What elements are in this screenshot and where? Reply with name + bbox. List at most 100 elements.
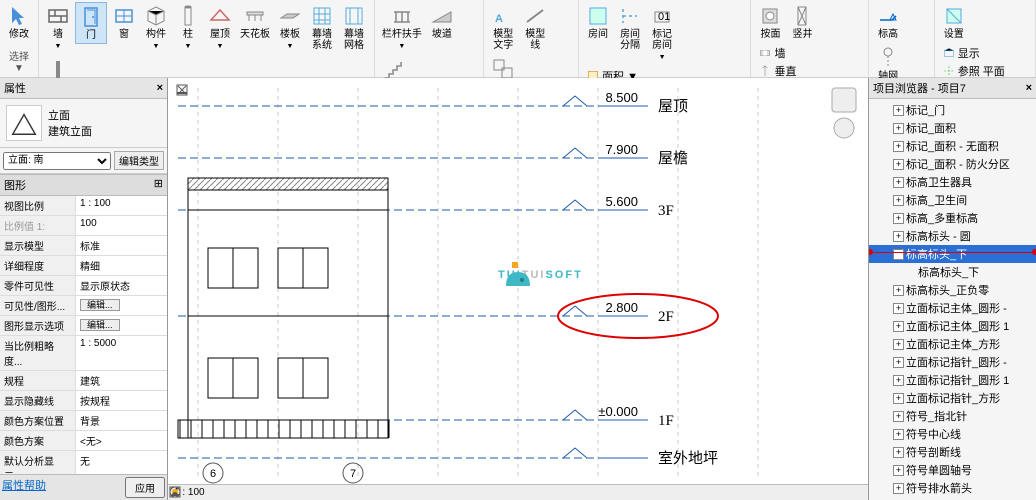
tree-toggle-icon[interactable]: - <box>893 249 904 260</box>
tree-item[interactable]: +标记_面积 <box>869 119 1036 137</box>
drawing-canvas[interactable]: 8.500屋顶7.900屋檐5.6003F2.8002F±0.0001F室外地坪… <box>168 78 868 500</box>
close-icon[interactable]: × <box>1026 82 1032 94</box>
tree-label: 标高_卫生间 <box>906 192 967 208</box>
ribbon-column[interactable]: 柱▼ <box>173 2 203 54</box>
tree-item[interactable]: +标记_门 <box>869 101 1036 119</box>
instance-selector[interactable]: 立面: 南 <box>3 152 111 170</box>
tree-item[interactable]: +立面标记主体_圆形 1 <box>869 317 1036 335</box>
ribbon-curtaingrid[interactable]: 幕墙网格 <box>339 2 369 53</box>
tree-item[interactable]: -标高标头_下 <box>869 245 1036 263</box>
prop-row[interactable]: 颜色方案位置背景 <box>0 411 167 431</box>
ribbon-tagroom[interactable]: 01标记房间▼ <box>647 2 677 65</box>
prop-row[interactable]: 比例值 1:100 <box>0 216 167 236</box>
tree-toggle-icon[interactable]: + <box>893 159 904 170</box>
tree-label: 立面标记指针_圆形 1 <box>906 372 1009 388</box>
tree-item[interactable]: +标高标头 - 圆 <box>869 227 1036 245</box>
ribbon-floor[interactable]: 楼板▼ <box>275 2 305 54</box>
ribbon-openwall[interactable]: 墙 <box>755 44 810 62</box>
tree-toggle-icon[interactable]: + <box>893 141 904 152</box>
tree-toggle-icon[interactable]: + <box>893 393 904 404</box>
ribbon-curtain[interactable]: 幕墙系统 <box>307 2 337 53</box>
tree-toggle-icon[interactable]: + <box>893 447 904 458</box>
properties-help-link[interactable]: 属性帮助 <box>2 477 46 498</box>
tree-item[interactable]: +标高标头_正负零 <box>869 281 1036 299</box>
prop-row[interactable]: 零件可见性显示原状态 <box>0 276 167 296</box>
tree-item[interactable]: +立面标记指针_圆形 1 <box>869 371 1036 389</box>
ribbon-railing[interactable]: 栏杆扶手▼ <box>379 2 425 54</box>
tree-item[interactable]: +符号_指北针 <box>869 407 1036 425</box>
tree-item[interactable]: +符号排水箭头 <box>869 479 1036 497</box>
ribbon-shaft[interactable]: 竖井 <box>787 2 817 42</box>
tree-item[interactable]: +标记_面积 - 无面积 <box>869 137 1036 155</box>
tree-item[interactable]: +标记_面积 - 防火分区 <box>869 155 1036 173</box>
prop-row[interactable]: 颜色方案<无> <box>0 431 167 451</box>
ribbon-level[interactable]: 标高 <box>873 2 903 42</box>
tree-item[interactable]: +符号中心线 <box>869 425 1036 443</box>
tree-item[interactable]: +立面标记主体_方形 <box>869 335 1036 353</box>
tree-item[interactable]: 标高标头_下 <box>869 263 1036 281</box>
tree-item[interactable]: +立面标记主体_圆形 - <box>869 299 1036 317</box>
prop-row[interactable]: 可见性/图形...编辑... <box>0 296 167 316</box>
tree-toggle-icon[interactable]: + <box>893 105 904 116</box>
ribbon-ramp[interactable]: 坡道 <box>427 2 457 42</box>
ribbon-roof[interactable]: 屋顶▼ <box>205 2 235 54</box>
prop-row[interactable]: 当比例粗略度...1 : 5000 <box>0 336 167 371</box>
prop-row[interactable]: 显示隐藏线按规程 <box>0 391 167 411</box>
prop-row[interactable]: 图形显示选项编辑... <box>0 316 167 336</box>
ribbon-wall[interactable]: 墙▼ <box>43 2 73 54</box>
ribbon-line[interactable]: 模型线 <box>520 2 550 53</box>
navigation-bar[interactable] <box>828 86 860 146</box>
close-icon[interactable]: × <box>157 82 163 94</box>
tree-toggle-icon[interactable]: + <box>893 285 904 296</box>
ribbon-window[interactable]: 窗 <box>109 2 139 42</box>
tree-item[interactable]: +标高卫生器具 <box>869 173 1036 191</box>
svg-text:2F: 2F <box>658 309 674 325</box>
ribbon-component[interactable]: 构件▼ <box>141 2 171 54</box>
ribbon-set[interactable]: 设置 <box>939 2 969 42</box>
tree-toggle-icon[interactable]: + <box>893 465 904 476</box>
svg-text:6: 6 <box>210 468 216 480</box>
tree-item[interactable]: +标高_卫生间 <box>869 191 1036 209</box>
tree-toggle-icon[interactable]: + <box>893 375 904 386</box>
prop-row[interactable]: 默认分析显示...无 <box>0 451 167 474</box>
tree-toggle-icon[interactable]: + <box>893 177 904 188</box>
ribbon-show[interactable]: 显示 <box>939 44 1008 62</box>
tree-item[interactable]: +立面标记指针_圆形 - <box>869 353 1036 371</box>
tree-label: 标记_门 <box>906 102 945 118</box>
ribbon-door[interactable]: 门 <box>75 2 107 44</box>
tree-label: 立面标记指针_圆形 - <box>906 354 1007 370</box>
tree-label: 符号中心线 <box>906 426 961 442</box>
tree-item[interactable]: +符号剖断线 <box>869 443 1036 461</box>
tree-toggle-icon[interactable]: + <box>893 321 904 332</box>
tree-toggle-icon[interactable]: + <box>893 357 904 368</box>
tree-toggle-icon[interactable]: + <box>893 123 904 134</box>
tree-toggle-icon[interactable]: + <box>893 411 904 422</box>
prop-section-图形[interactable]: 图形⊞ <box>0 174 167 196</box>
tree-toggle-icon[interactable]: + <box>893 231 904 242</box>
tree-toggle-icon[interactable]: + <box>893 195 904 206</box>
ribbon-cursor[interactable]: 修改 <box>4 2 34 42</box>
prop-row[interactable]: 视图比例1 : 100 <box>0 196 167 216</box>
tree-toggle-icon[interactable]: + <box>893 339 904 350</box>
crop-icon[interactable] <box>168 485 182 499</box>
tree-item[interactable]: +立面标记指针_方形 <box>869 389 1036 407</box>
ribbon-room[interactable]: 房间 <box>583 2 613 42</box>
svg-text:7: 7 <box>350 468 356 480</box>
prop-row[interactable]: 显示模型标准 <box>0 236 167 256</box>
tree-toggle-icon[interactable]: + <box>893 483 904 494</box>
prop-row[interactable]: 详细程度精细 <box>0 256 167 276</box>
prop-row[interactable]: 规程建筑 <box>0 371 167 391</box>
ribbon-roomsep[interactable]: 房间分隔 <box>615 2 645 53</box>
tree-item[interactable]: +标高_多重标高 <box>869 209 1036 227</box>
tree-toggle-icon[interactable]: + <box>893 303 904 314</box>
tree-item[interactable]: +符号单圆轴号 <box>869 461 1036 479</box>
apply-button[interactable]: 应用 <box>125 477 165 498</box>
tree-toggle-icon[interactable]: + <box>893 429 904 440</box>
ribbon-byface[interactable]: 按面 <box>755 2 785 42</box>
ribbon-ceiling[interactable]: 天花板 <box>237 2 273 42</box>
tree-toggle-icon[interactable]: + <box>893 213 904 224</box>
edit-type-button[interactable]: 编辑类型 <box>114 151 164 170</box>
type-selector[interactable]: 立面 建筑立面 <box>0 99 167 148</box>
ribbon-text[interactable]: A模型文字 <box>488 2 518 53</box>
properties-title: 属性 <box>4 80 26 96</box>
